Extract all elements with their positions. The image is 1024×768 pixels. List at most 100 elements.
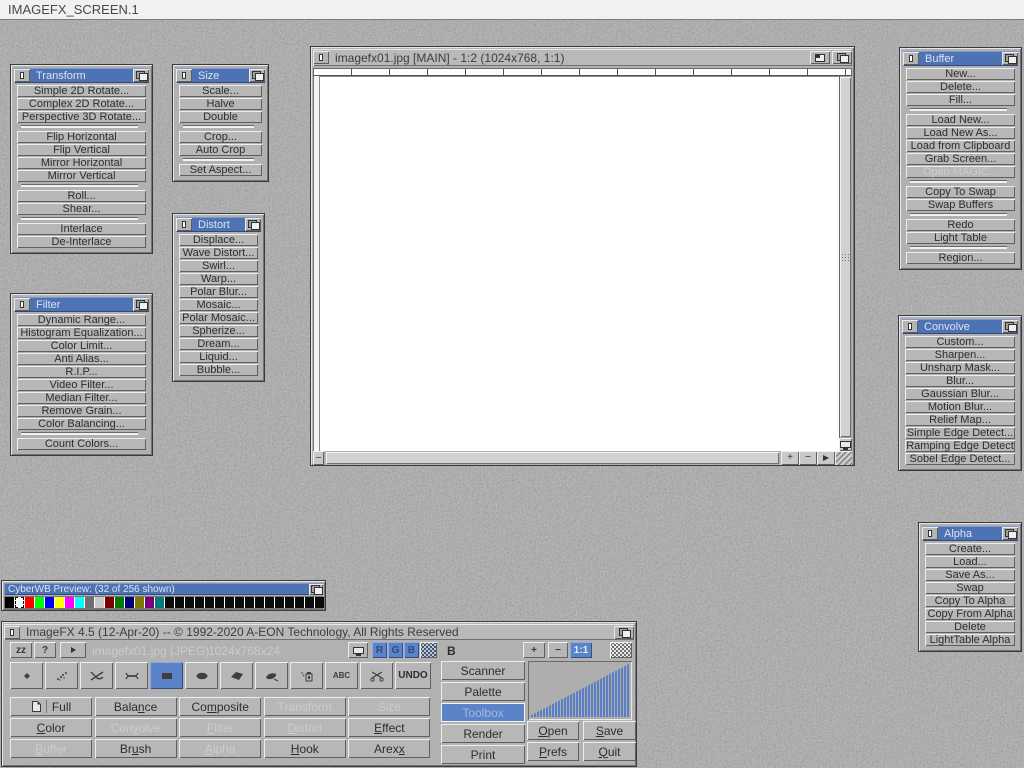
mode-button-print[interactable]: Print bbox=[441, 745, 525, 764]
palette-swatch[interactable] bbox=[275, 597, 284, 608]
panel-button-delete[interactable]: Delete... bbox=[906, 81, 1015, 93]
depth-icon[interactable] bbox=[832, 51, 852, 64]
panel-button-mirror-vertical[interactable]: Mirror Vertical bbox=[17, 170, 146, 182]
titlebar[interactable]: Size bbox=[176, 68, 265, 83]
panel-button-de-interlace[interactable]: De-Interlace bbox=[17, 236, 146, 248]
panel-button-load-new-as[interactable]: Load New As... bbox=[906, 127, 1015, 139]
panel-button-simple-2d-rotate[interactable]: Simple 2D Rotate... bbox=[17, 85, 146, 97]
panel-button-mirror-horizontal[interactable]: Mirror Horizontal bbox=[17, 157, 146, 169]
panel-button-blur[interactable]: Blur... bbox=[905, 375, 1015, 387]
panel-button-remove-grain[interactable]: Remove Grain... bbox=[17, 405, 146, 417]
panel-button-count-colors[interactable]: Count Colors... bbox=[17, 438, 146, 450]
panel-button-spherize[interactable]: Spherize... bbox=[179, 325, 258, 337]
palette-swatch[interactable] bbox=[175, 597, 184, 608]
palette-swatch[interactable] bbox=[165, 597, 174, 608]
panel-button-custom[interactable]: Custom... bbox=[905, 336, 1015, 348]
channel-blue-button[interactable]: B bbox=[404, 642, 419, 658]
mode-button-toolbox[interactable]: Toolbox bbox=[441, 703, 525, 722]
palette-swatch[interactable] bbox=[295, 597, 304, 608]
panel-button-copy-from-alpha[interactable]: Copy From Alpha bbox=[925, 608, 1015, 620]
panel-button-dynamic-range[interactable]: Dynamic Range... bbox=[17, 314, 146, 326]
panel-button-dream[interactable]: Dream... bbox=[179, 338, 258, 350]
menu-button-brush[interactable]: Brush bbox=[95, 739, 177, 758]
palette-swatch[interactable] bbox=[5, 597, 14, 608]
close-icon[interactable] bbox=[922, 527, 938, 540]
panel-button-double[interactable]: Double bbox=[179, 111, 262, 123]
panel-button-load[interactable]: Load... bbox=[925, 556, 1015, 568]
panel-button-redo[interactable]: Redo bbox=[906, 219, 1015, 231]
palette-swatch[interactable] bbox=[305, 597, 314, 608]
help-button[interactable]: ? bbox=[34, 642, 56, 658]
panel-button-motion-blur[interactable]: Motion Blur... bbox=[905, 401, 1015, 413]
panel-button-swap[interactable]: Swap bbox=[925, 582, 1015, 594]
palette-swatch[interactable] bbox=[65, 597, 74, 608]
menu-button-hook[interactable]: Hook bbox=[264, 739, 346, 758]
palette-swatch[interactable] bbox=[105, 597, 114, 608]
menu-button-color[interactable]: Color bbox=[10, 718, 92, 737]
menu-button-effect[interactable]: Effect bbox=[348, 718, 430, 737]
close-icon[interactable] bbox=[902, 320, 918, 333]
menu-button-balance[interactable]: Balance bbox=[95, 697, 177, 716]
palette-swatch[interactable] bbox=[95, 597, 104, 608]
panel-button-color-limit[interactable]: Color Limit... bbox=[17, 340, 146, 352]
palette-swatch[interactable] bbox=[235, 597, 244, 608]
panel-button-sobel-edge-detect[interactable]: Sobel Edge Detect... bbox=[905, 453, 1015, 465]
polygon-tool[interactable] bbox=[220, 662, 253, 689]
panel-button-median-filter[interactable]: Median Filter... bbox=[17, 392, 146, 404]
palette-swatch[interactable] bbox=[195, 597, 204, 608]
panel-button-displace[interactable]: Displace... bbox=[179, 234, 258, 246]
palette-swatch[interactable] bbox=[315, 597, 324, 608]
dither-toggle-button[interactable] bbox=[420, 642, 437, 658]
titlebar[interactable]: imagefx01.jpg [MAIN] - 1:2 (1024x768, 1:… bbox=[313, 49, 852, 66]
depth-icon[interactable] bbox=[614, 626, 634, 639]
panel-button-anti-alias[interactable]: Anti Alias... bbox=[17, 353, 146, 365]
action-button-prefs[interactable]: Prefs bbox=[527, 742, 579, 761]
palette-swatch[interactable] bbox=[125, 597, 134, 608]
panel-button-interlace[interactable]: Interlace bbox=[17, 223, 146, 235]
histogram-preview[interactable] bbox=[528, 661, 632, 720]
panel-button-fill[interactable]: Fill... bbox=[906, 94, 1015, 106]
zoom-gadget-icon[interactable] bbox=[810, 51, 830, 64]
action-button-save[interactable]: Save bbox=[583, 721, 636, 740]
vertical-scroll-thumb[interactable] bbox=[840, 77, 851, 437]
depth-icon[interactable] bbox=[309, 584, 323, 595]
mode-button-render[interactable]: Render bbox=[441, 724, 525, 743]
menu-button-arexx[interactable]: Arexx bbox=[348, 739, 430, 758]
screen-title-bar[interactable]: IMAGEFX_SCREEN.1 bbox=[0, 0, 1024, 20]
panel-button-crop[interactable]: Crop... bbox=[179, 131, 262, 143]
palette-swatch[interactable] bbox=[205, 597, 214, 608]
close-icon[interactable] bbox=[14, 69, 30, 82]
depth-icon[interactable] bbox=[1002, 527, 1018, 540]
panel-button-polar-blur[interactable]: Polar Blur... bbox=[179, 286, 258, 298]
panel-button-roll[interactable]: Roll... bbox=[17, 190, 146, 202]
oval-tool[interactable] bbox=[185, 662, 218, 689]
panel-button-liquid[interactable]: Liquid... bbox=[179, 351, 258, 363]
close-icon[interactable] bbox=[313, 51, 329, 64]
airbrush-tool[interactable] bbox=[45, 662, 78, 689]
macro-play-button[interactable] bbox=[60, 642, 86, 658]
titlebar[interactable]: Convolve bbox=[902, 319, 1018, 334]
panel-button-load-from-clipboard[interactable]: Load from Clipboard bbox=[906, 140, 1015, 152]
panel-button-unsharp-mask[interactable]: Unsharp Mask... bbox=[905, 362, 1015, 374]
panel-button-shear[interactable]: Shear... bbox=[17, 203, 146, 215]
close-icon[interactable] bbox=[903, 52, 919, 65]
panel-button-halve[interactable]: Halve bbox=[179, 98, 262, 110]
panel-button-set-aspect[interactable]: Set Aspect... bbox=[179, 164, 262, 176]
action-button-quit[interactable]: Quit bbox=[583, 742, 636, 761]
palette-swatch[interactable] bbox=[245, 597, 254, 608]
ruler-origin-button[interactable]: ‒ bbox=[313, 451, 324, 465]
panel-button-new[interactable]: New... bbox=[906, 68, 1015, 80]
pan-arrow-button[interactable] bbox=[817, 451, 835, 465]
depth-icon[interactable] bbox=[1002, 320, 1018, 333]
panel-button-r-i-p[interactable]: R.I.P... bbox=[17, 366, 146, 378]
titlebar[interactable]: CyberWB Preview: (32 of 256 shown) bbox=[4, 583, 323, 595]
palette-swatch[interactable] bbox=[45, 597, 54, 608]
depth-icon[interactable] bbox=[249, 69, 265, 82]
menu-button-full[interactable]: Full bbox=[10, 697, 92, 716]
zoom-in-button[interactable]: + bbox=[781, 451, 799, 465]
titlebar[interactable]: Buffer bbox=[903, 51, 1018, 66]
palette-swatch[interactable] bbox=[55, 597, 64, 608]
palette-swatch[interactable] bbox=[15, 597, 24, 608]
panel-button-load-new[interactable]: Load New... bbox=[906, 114, 1015, 126]
titlebar[interactable]: Transform bbox=[14, 68, 149, 83]
